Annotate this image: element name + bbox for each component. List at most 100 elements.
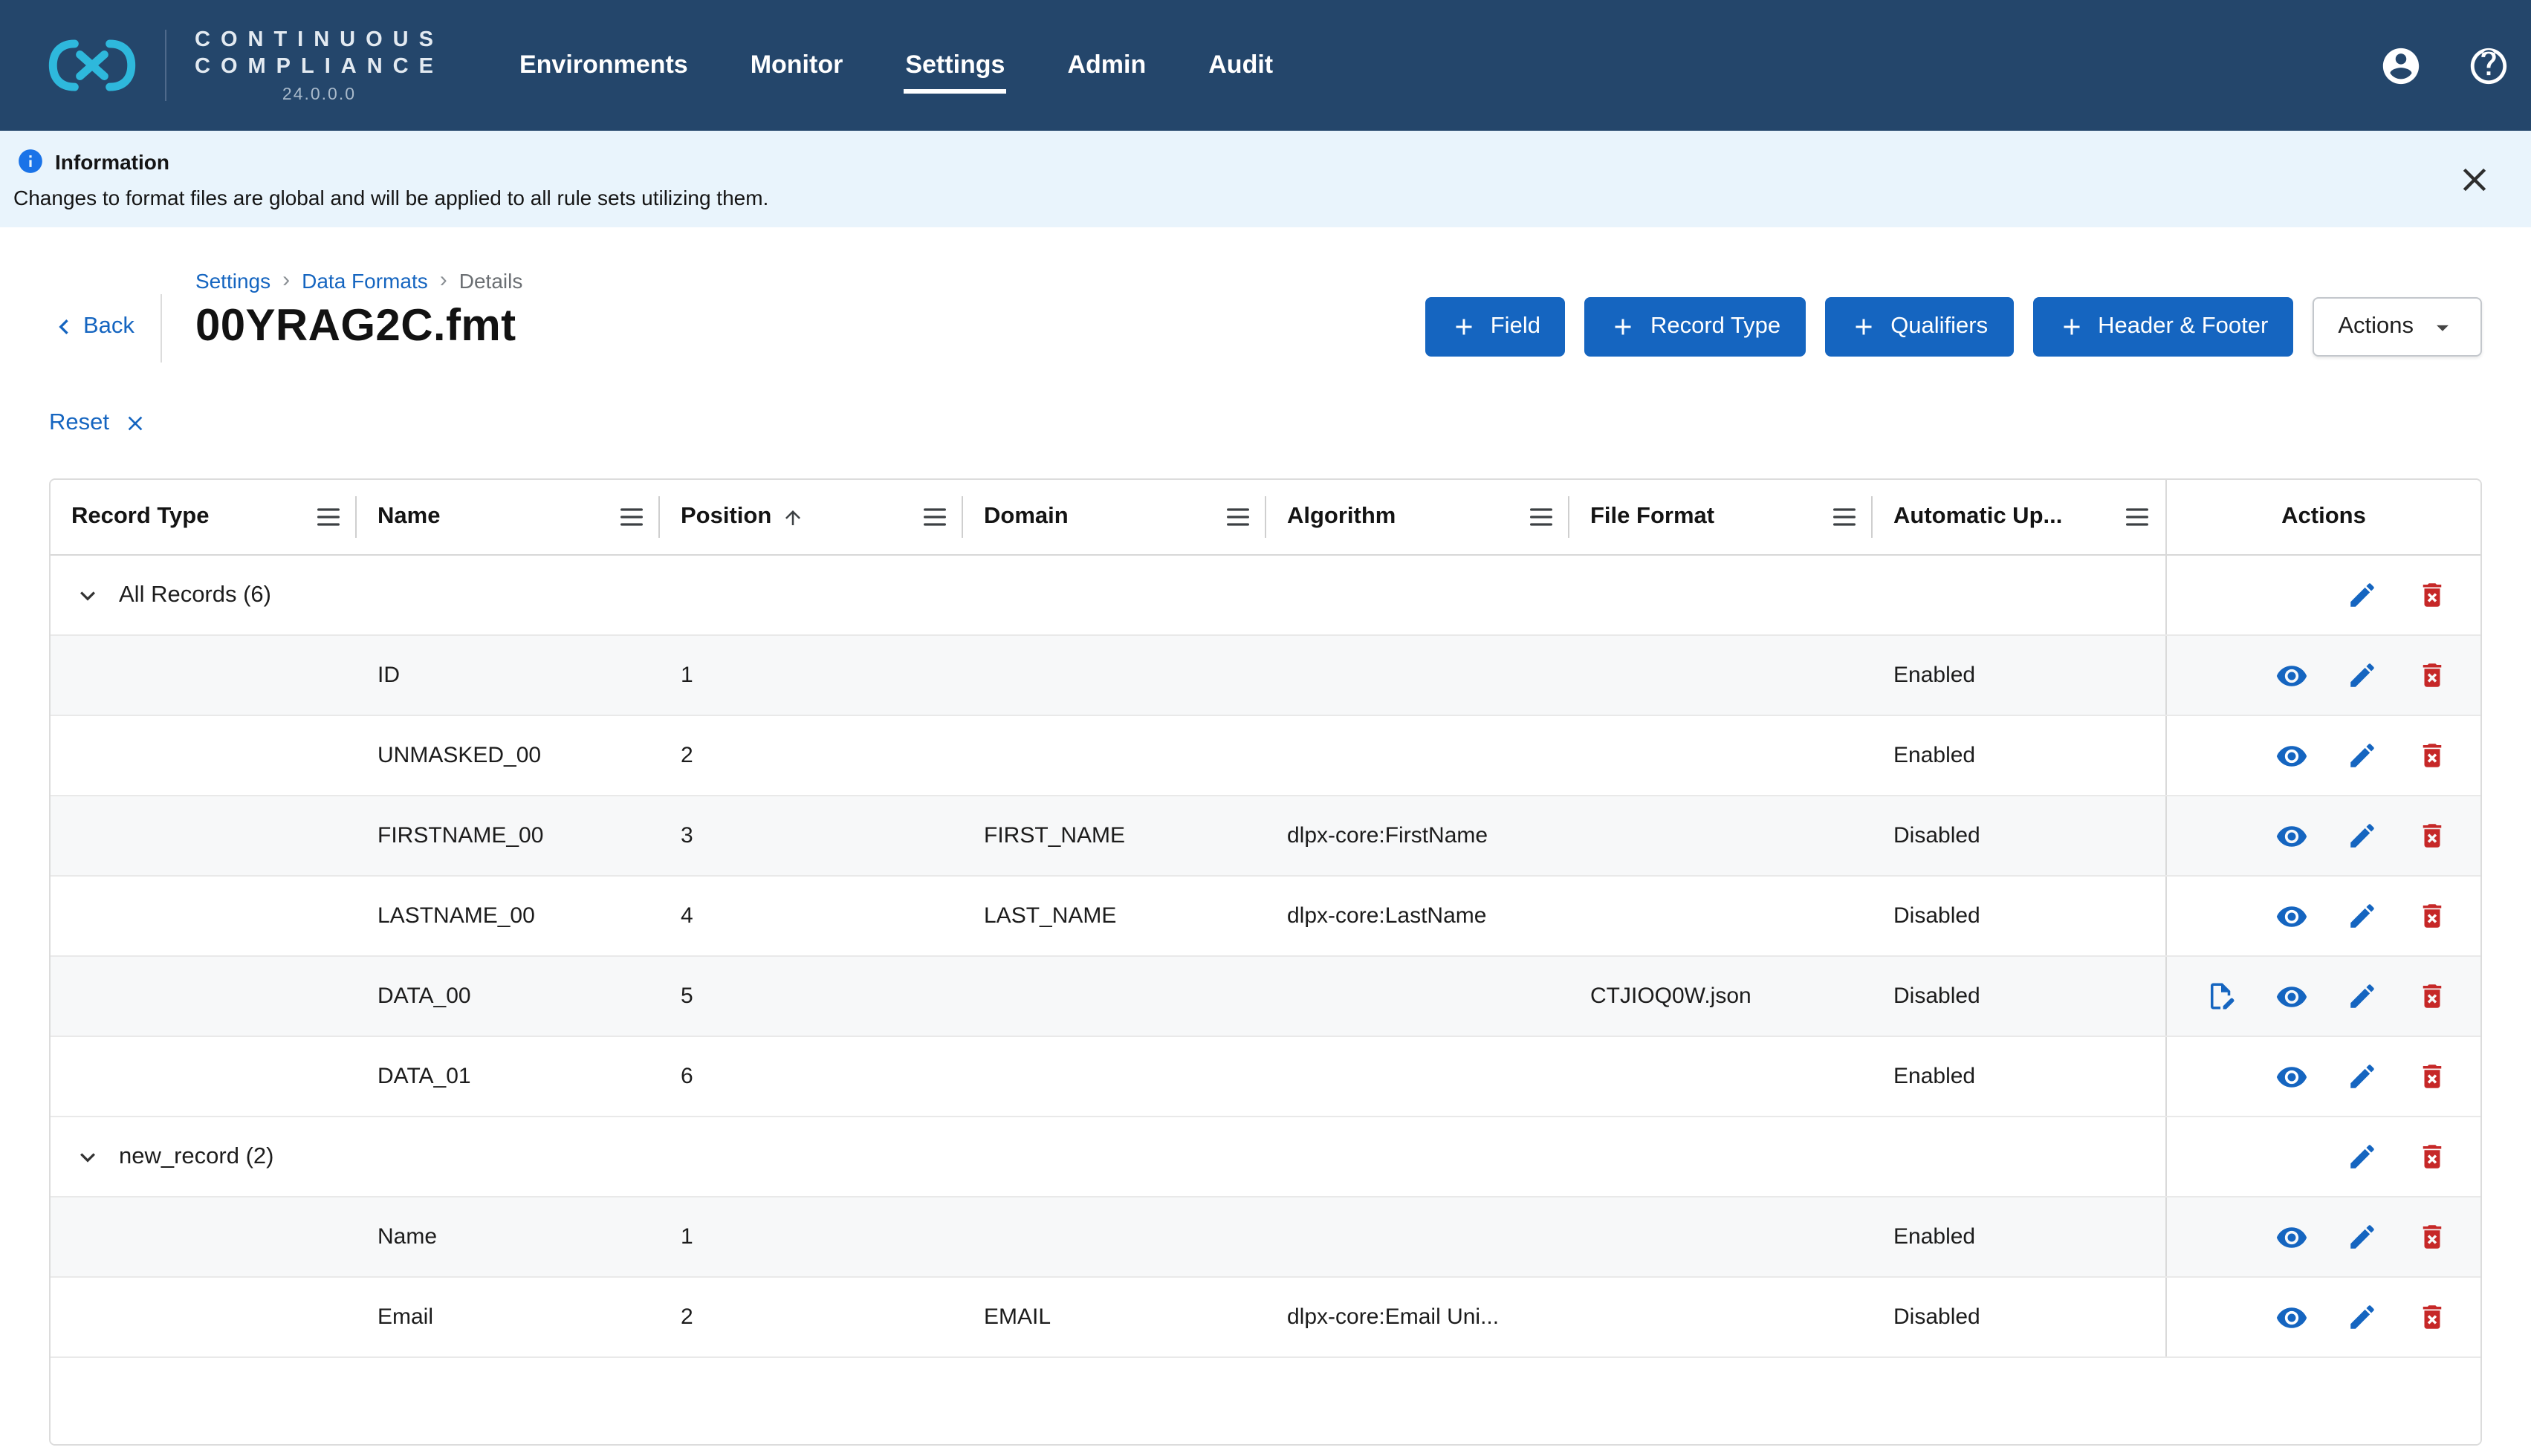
button-label: Qualifiers — [1890, 313, 1988, 340]
help-icon[interactable] — [2467, 44, 2510, 87]
delete-icon[interactable] — [2417, 1141, 2448, 1172]
delete-icon[interactable] — [2417, 660, 2448, 691]
row-actions — [2165, 957, 2480, 1036]
column-menu-icon[interactable] — [2122, 502, 2152, 532]
back-button[interactable]: Back — [49, 312, 135, 342]
edit-file-format-icon[interactable] — [2206, 981, 2237, 1012]
automatic-update-cell: Enabled — [1873, 636, 2165, 715]
table-header-row: Record Type NamePosition Domain AlgorithmFi… — [51, 480, 2480, 556]
add-header-footer-button[interactable]: Header & Footer — [2032, 297, 2293, 357]
view-icon[interactable] — [2275, 1060, 2308, 1093]
delete-icon[interactable] — [2417, 981, 2448, 1012]
column-header-file-format[interactable]: File Format — [1569, 480, 1873, 554]
edit-icon[interactable] — [2347, 820, 2378, 851]
actions-label: Actions — [2338, 313, 2414, 340]
record-type-cell — [51, 796, 357, 875]
position-cell: 1 — [660, 636, 963, 715]
algorithm-cell: dlpx-core:FirstName — [1266, 796, 1569, 875]
position-cell: 2 — [660, 1278, 963, 1356]
column-menu-icon[interactable] — [617, 502, 646, 532]
reset-label: Reset — [49, 410, 109, 437]
collapse-chevron-icon[interactable] — [73, 580, 103, 610]
view-icon[interactable] — [2275, 739, 2308, 772]
column-menu-icon[interactable] — [314, 502, 343, 532]
edit-icon[interactable] — [2347, 1141, 2378, 1172]
view-icon[interactable] — [2275, 900, 2308, 932]
delete-icon[interactable] — [2417, 1061, 2448, 1092]
record-type-cell — [51, 957, 357, 1036]
info-banner-title: Information — [55, 149, 169, 173]
view-icon[interactable] — [2275, 1301, 2308, 1333]
banner-close-icon[interactable] — [2455, 160, 2494, 198]
nav-item-settings[interactable]: Settings — [904, 37, 1006, 94]
back-label: Back — [83, 313, 135, 340]
edit-icon[interactable] — [2347, 660, 2378, 691]
column-header-actions[interactable]: Actions — [2165, 480, 2480, 554]
column-header-algorithm[interactable]: Algorithm — [1266, 480, 1569, 554]
delete-icon[interactable] — [2417, 579, 2448, 611]
row-actions — [2165, 1037, 2480, 1116]
actions-menu-button[interactable]: Actions — [2313, 297, 2482, 357]
delete-icon[interactable] — [2417, 1301, 2448, 1333]
column-menu-icon[interactable] — [1526, 502, 1556, 532]
button-label: Header & Footer — [2098, 313, 2268, 340]
column-header-domain[interactable]: Domain — [963, 480, 1266, 554]
name-cell: DATA_01 — [357, 1037, 660, 1116]
add-field-button[interactable]: Field — [1425, 297, 1566, 357]
edit-icon[interactable] — [2347, 981, 2378, 1012]
position-cell: 3 — [660, 796, 963, 875]
clear-filter-icon — [123, 412, 146, 435]
breadcrumb-item-data-formats[interactable]: Data Formats — [302, 268, 428, 292]
info-icon — [16, 147, 45, 175]
record-type-row: All Records (6) — [51, 556, 2480, 636]
breadcrumb-separator: › — [440, 267, 447, 293]
collapse-chevron-icon[interactable] — [73, 1142, 103, 1171]
nav-item-monitor[interactable]: Monitor — [749, 37, 845, 94]
edit-icon[interactable] — [2347, 740, 2378, 771]
header-divider — [161, 294, 163, 363]
edit-icon[interactable] — [2347, 1301, 2378, 1333]
column-label: Domain — [984, 504, 1069, 530]
edit-icon[interactable] — [2347, 900, 2378, 932]
page-header-buttons: Field Record Type Qualifiers Header & Foote… — [1425, 297, 2482, 363]
column-menu-icon[interactable] — [1830, 502, 1859, 532]
view-icon[interactable] — [2275, 819, 2308, 852]
account-icon[interactable] — [2379, 44, 2423, 87]
delete-icon[interactable] — [2417, 740, 2448, 771]
position-cell: 1 — [660, 1197, 963, 1276]
file-format-cell — [1569, 1037, 1873, 1116]
brand-divider — [165, 30, 166, 101]
breadcrumb-item-settings[interactable]: Settings — [195, 268, 270, 292]
column-label: Record Type — [71, 504, 210, 530]
view-icon[interactable] — [2275, 659, 2308, 692]
nav-item-admin[interactable]: Admin — [1066, 37, 1147, 94]
add-record-type-button[interactable]: Record Type — [1585, 297, 1806, 357]
domain-cell: LAST_NAME — [963, 877, 1266, 955]
edit-icon[interactable] — [2347, 579, 2378, 611]
delphix-logo-icon[interactable] — [48, 36, 137, 95]
column-header-position[interactable]: Position — [660, 480, 963, 554]
column-menu-icon[interactable] — [920, 502, 950, 532]
file-format-cell — [1569, 636, 1873, 715]
column-header-record-type[interactable]: Record Type — [51, 480, 357, 554]
file-format-cell — [1569, 877, 1873, 955]
view-icon[interactable] — [2275, 1221, 2308, 1253]
record-type-cell — [51, 1278, 357, 1356]
edit-icon[interactable] — [2347, 1061, 2378, 1092]
edit-icon[interactable] — [2347, 1221, 2378, 1252]
sort-ascending-icon[interactable] — [782, 506, 804, 528]
add-qualifiers-button[interactable]: Qualifiers — [1825, 297, 2013, 357]
column-menu-icon[interactable] — [1223, 502, 1253, 532]
reset-filter-button[interactable]: Reset — [49, 410, 146, 437]
delete-icon[interactable] — [2417, 820, 2448, 851]
delete-icon[interactable] — [2417, 1221, 2448, 1252]
column-header-name[interactable]: Name — [357, 480, 660, 554]
column-header-automatic-up-[interactable]: Automatic Up... — [1873, 480, 2165, 554]
row-actions — [2165, 636, 2480, 715]
file-format-cell — [1569, 1197, 1873, 1276]
delete-icon[interactable] — [2417, 900, 2448, 932]
nav-item-audit[interactable]: Audit — [1207, 37, 1274, 94]
nav-item-environments[interactable]: Environments — [518, 37, 690, 94]
chevron-left-icon — [49, 312, 79, 342]
view-icon[interactable] — [2275, 980, 2308, 1013]
